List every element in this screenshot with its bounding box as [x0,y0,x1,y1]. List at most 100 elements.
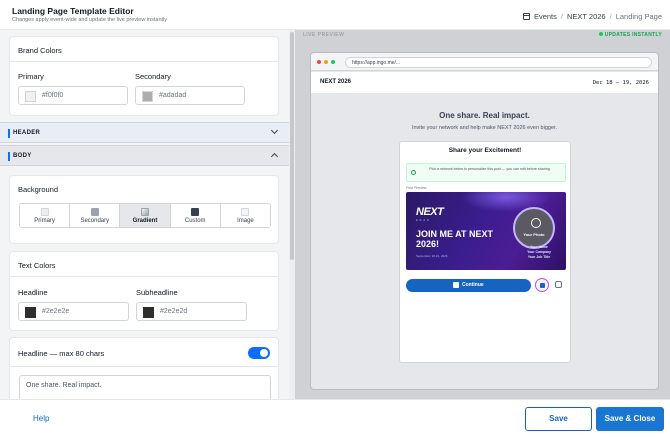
hero-subtitle: Invite your network and help make NEXT 2… [411,125,558,131]
bg-option-secondary[interactable]: Secondary [70,204,121,227]
photo-placeholder: Your Photo [513,207,555,249]
linkedin-network-button[interactable] [535,278,549,292]
headline-text: One share. Real impact. [26,382,102,389]
background-title: Background [18,185,59,194]
banner-job-title: Your Job Title [527,255,551,259]
primary-swatch[interactable] [25,91,36,102]
secondary-swatch-icon [90,208,99,216]
editor-panel: Brand Colors Primary #f0f0f0 Secondary #… [0,30,295,399]
headline-color-field[interactable]: #2e2e2e [18,302,129,321]
section-header-label: HEADER [13,130,41,136]
chevron-up-icon [270,152,279,161]
site-dates: Dec 18 – 19, 2026 [592,80,649,86]
bg-option-custom[interactable]: Custom [170,204,221,227]
banner-date: September 18-19, 2026 [416,254,448,258]
breadcrumb-event[interactable]: NEXT 2026 [567,12,606,21]
hero-title: One share. Real impact. [439,111,530,120]
headline-swatch[interactable] [25,307,36,318]
save-button[interactable]: Save [525,407,592,431]
continue-button[interactable]: Continue [406,279,531,292]
section-header-toggle[interactable]: HEADER [0,122,289,143]
primary-color-field[interactable]: #f0f0f0 [18,86,128,105]
section-body-label: BODY [13,153,32,159]
share-card-title: Share your Excitement! [448,147,522,154]
brand-colors-title: Brand Colors [18,46,62,55]
scrollbar-thumb[interactable] [290,32,294,260]
background-options: Primary Secondary Gradient Custom Image [19,203,271,228]
linkedin-icon [453,282,459,288]
image-icon [241,208,250,216]
headline-field-label: Headline — max 80 chars [18,349,105,358]
instagram-icon[interactable] [555,281,562,288]
bg-option-label: Secondary [80,218,110,224]
secondary-swatch[interactable] [142,91,153,102]
banner-headline: JOIN ME AT NEXT 2026! [416,229,494,249]
breadcrumb-separator: / [609,12,612,21]
subheadline-color-value: #2e2e2d [160,308,188,315]
card-divider [10,61,278,62]
preview-panel: LIVE PREVIEW UPDATES INSTANTLY https://a… [295,30,670,399]
help-link[interactable]: Help [33,414,49,423]
page-title: Landing Page Template Editor [12,6,134,16]
updates-status-text: UPDATES INSTANTLY [604,32,662,38]
banner-attendee-info: Your Name Your Company Your Job Title [519,245,559,260]
share-notice: Pick a network below to personalize this… [406,163,566,182]
check-circle-icon [411,170,416,175]
updates-status: UPDATES INSTANTLY [598,32,662,38]
text-colors-title: Text Colors [18,261,56,270]
breadcrumb-separator: / [560,12,563,21]
site-brand: NEXT 2026 [320,79,352,85]
headline-field-card: Headline — max 80 chars One share. Real … [9,337,279,399]
secondary-color-field[interactable]: #adadad [135,86,245,105]
footer-bar: Help Save Save & Close [0,399,670,437]
bg-option-label: Image [237,218,254,224]
live-preview-label: LIVE PREVIEW [303,32,345,38]
save-and-close-button[interactable]: Save & Close [596,407,664,431]
site-header: NEXT 2026 Dec 18 – 19, 2026 [311,72,658,94]
gradient-swatch-icon [141,208,149,216]
brand-colors-card: Brand Colors Primary #f0f0f0 Secondary #… [9,36,279,116]
subheadline-swatch[interactable] [143,307,154,318]
post-banner: NEXT 2026 JOIN ME AT NEXT 2026! Septembe… [406,192,566,270]
status-dot-icon [598,32,603,36]
card-divider [10,276,278,277]
maximize-dot-icon [331,60,335,64]
primary-label: Primary [18,72,44,81]
secondary-color-value: #adadad [159,92,187,99]
primary-swatch-icon [40,208,49,216]
headline-textarea[interactable]: One share. Real impact. [19,375,271,399]
url-text: https://app.ingo.me/... [352,60,401,66]
bg-option-label: Gradient [132,218,158,224]
share-card: Share your Excitement! Pick a network be… [399,141,571,363]
linkedin-icon [539,282,545,288]
bg-option-primary[interactable]: Primary [20,204,71,227]
custom-swatch-icon [191,208,200,216]
banner-logo: NEXT [416,206,444,218]
subheadline-color-field[interactable]: #2e2e2d [136,302,247,321]
secondary-label: Secondary [135,72,171,81]
bg-option-gradient[interactable]: Gradient [120,204,171,227]
continue-label: Continue [462,282,484,288]
bg-option-label: Primary [34,218,55,224]
headline-color-value: #2e2e2e [42,308,70,315]
post-preview-label: Post Preview [406,186,427,190]
bg-option-image[interactable]: Image [220,204,270,227]
calendar-icon [522,13,530,20]
section-body-toggle[interactable]: BODY [0,145,289,166]
subheadline-color-label: Subheadline [136,288,178,297]
section-accent [8,152,10,161]
background-card: Background Primary Secondary Gradient Cu… [9,175,279,244]
breadcrumb: Events / NEXT 2026 / Landing Page [522,12,662,21]
top-bar: Landing Page Template Editor Changes app… [0,0,670,30]
primary-color-value: #f0f0f0 [42,92,64,99]
headline-toggle[interactable] [248,347,270,359]
breadcrumb-current: Landing Page [615,12,662,21]
breadcrumb-events[interactable]: Events [534,12,557,21]
user-icon [531,218,541,228]
text-colors-card: Text Colors Headline #2e2e2e Subheadline… [9,251,279,331]
chevron-down-icon [270,126,279,135]
close-dot-icon [317,60,321,64]
banner-logo-sub: 2026 [416,218,431,222]
headline-color-label: Headline [18,288,48,297]
browser-frame: https://app.ingo.me/... NEXT 2026 Dec 18… [310,52,659,390]
